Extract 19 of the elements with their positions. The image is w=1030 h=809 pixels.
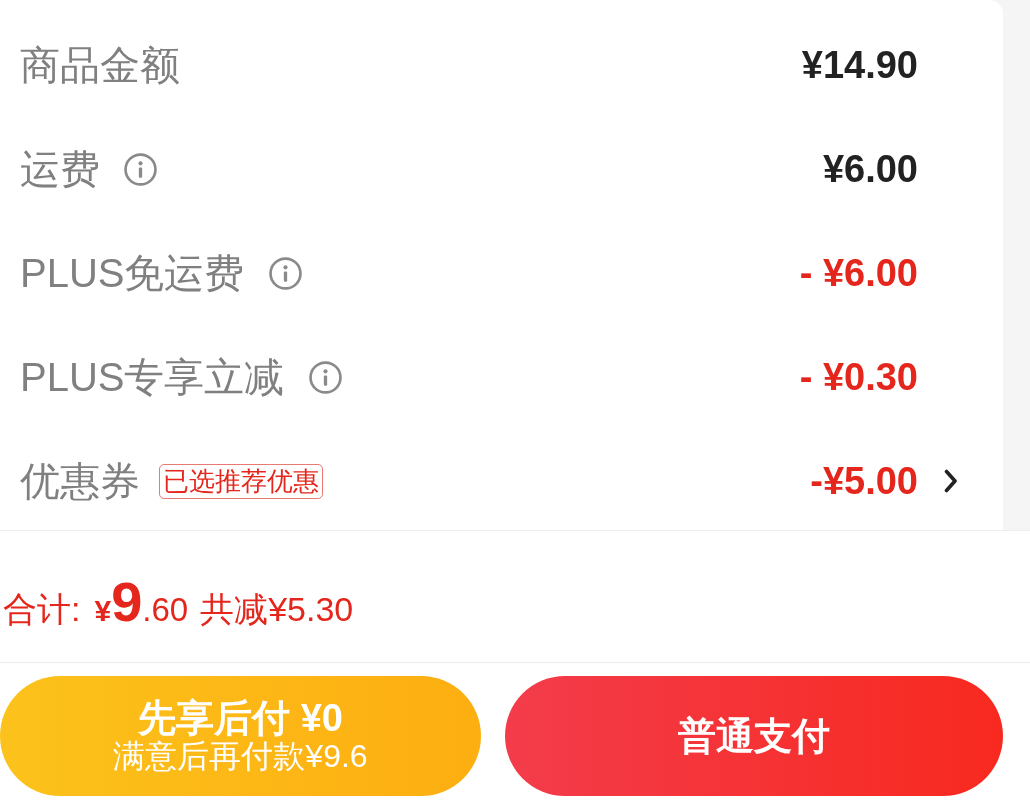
info-icon[interactable]: [268, 256, 302, 290]
info-icon[interactable]: [308, 360, 342, 394]
total-label: 合计:: [3, 589, 81, 630]
fee-amount: ¥6.00: [822, 147, 918, 191]
fee-amount: ¥14.90: [801, 43, 918, 87]
chevron-icon[interactable]: [944, 469, 958, 493]
fee-label: PLUS免运费: [20, 249, 245, 297]
saving-amount: 共减¥5.30: [200, 589, 354, 630]
info-icon[interactable]: [124, 152, 157, 186]
fee-label: 运费: [20, 145, 100, 193]
fee-label: 优惠券: [20, 457, 140, 505]
total-amount: ¥9.60: [94, 569, 189, 634]
fee-amount: - ¥6.00: [799, 251, 918, 295]
fee-amount: - ¥0.30: [799, 355, 918, 399]
coupon-status-tag: 已选推荐优惠: [159, 463, 323, 499]
fee-amount: -¥5.00: [810, 459, 918, 503]
pay-button[interactable]: 普通支付: [505, 676, 1003, 796]
fee-label: 商品金额: [20, 41, 180, 89]
fee-label: PLUS专享立减: [20, 353, 285, 401]
